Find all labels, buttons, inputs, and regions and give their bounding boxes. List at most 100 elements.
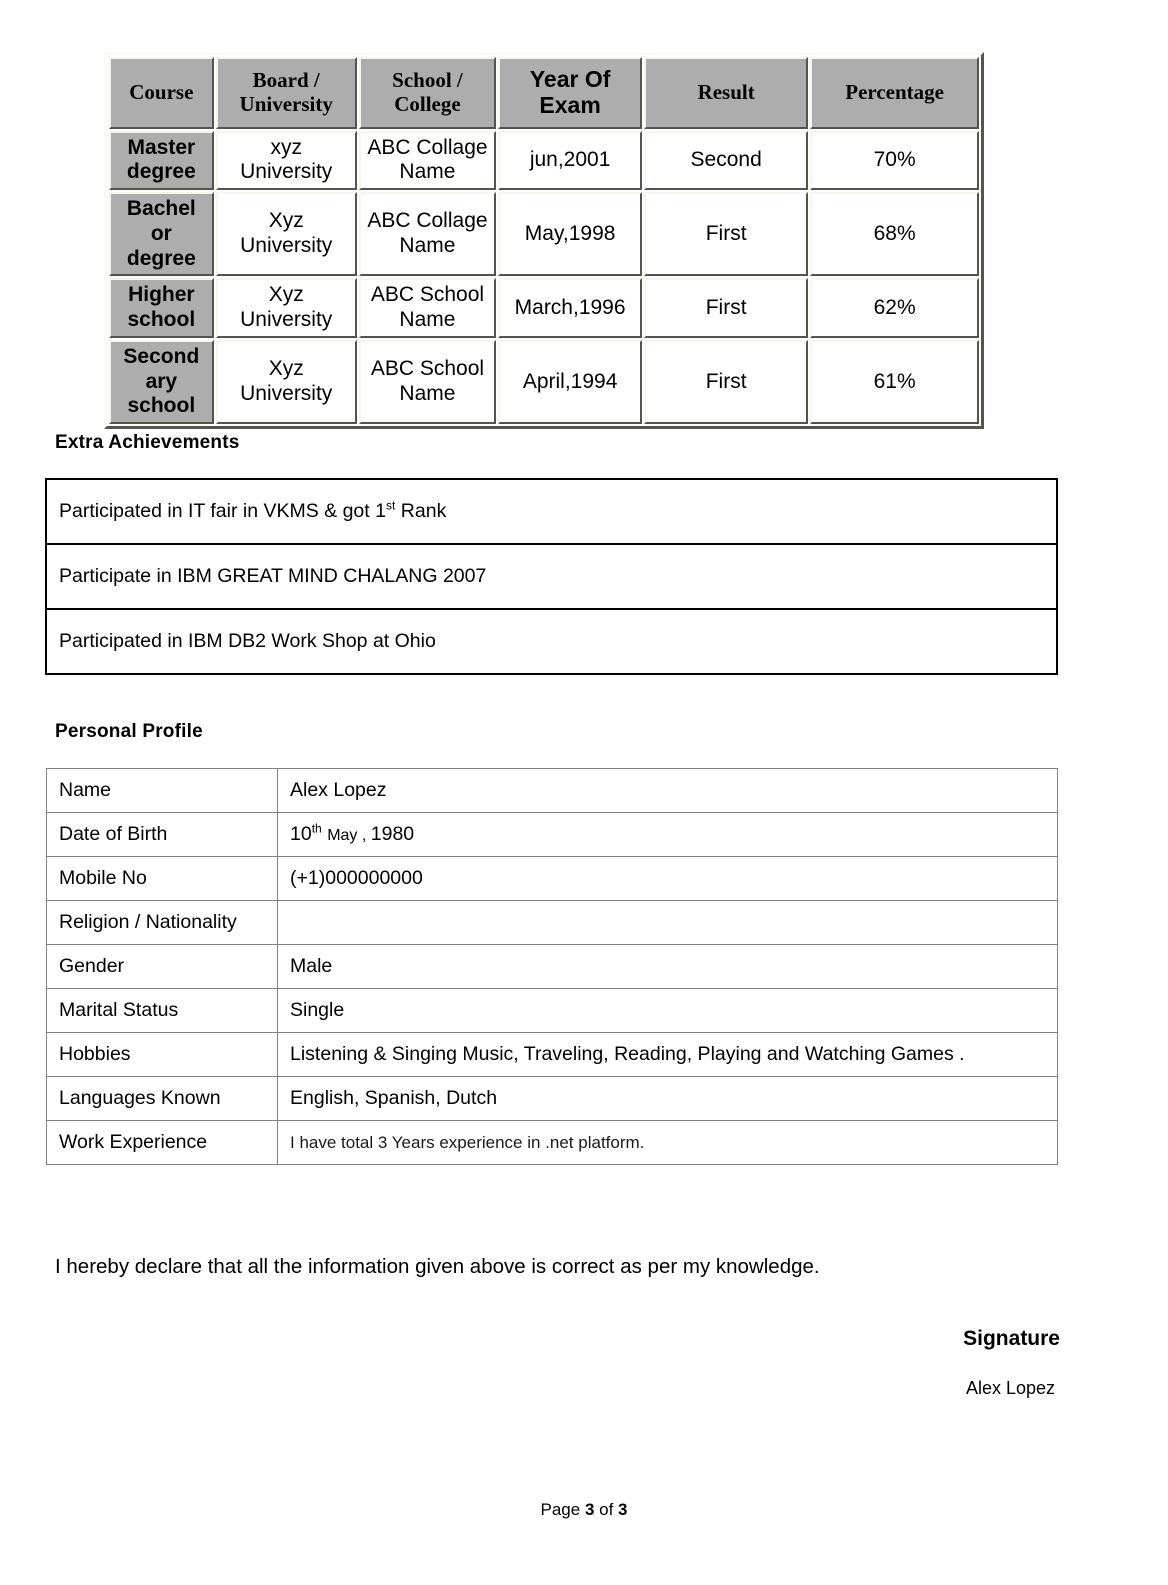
- extra-achievements-table: Participated in IT fair in VKMS & got 1s…: [45, 478, 1058, 675]
- section-heading-extra-achievements: Extra Achievements: [55, 432, 240, 453]
- cell-year: jun,2001: [498, 130, 643, 191]
- ordinal-suffix: st: [385, 498, 396, 513]
- header-line-1: Course: [129, 79, 194, 104]
- achievement-cell: Participated in IBM DB2 Work Shop at Ohi…: [45, 608, 1058, 675]
- cell-school: ABC School Name: [358, 278, 497, 338]
- cell-course: Second ary school: [109, 339, 214, 425]
- header-line-2: Exam: [539, 91, 601, 118]
- cell-course: Master degree: [109, 130, 214, 191]
- profile-value-date-of-birth: 10th May , 1980: [277, 812, 1058, 857]
- footer-current-page: 3: [584, 1500, 595, 1519]
- page-footer: Page 3 of 3: [0, 1500, 1168, 1520]
- header-line-1: Percentage: [845, 79, 944, 104]
- header-line-1: Board /: [252, 68, 320, 93]
- cell-school: ABC Collage Name: [358, 192, 497, 277]
- table-row: Marital Status Single: [46, 988, 1058, 1033]
- profile-label-religion-nationality: Religion / Nationality: [46, 900, 278, 945]
- declaration-text: I hereby declare that all the informatio…: [55, 1255, 820, 1278]
- profile-label-marital-status: Marital Status: [46, 988, 278, 1033]
- profile-value-work-experience: I have total 3 Years experience in .net …: [277, 1120, 1058, 1165]
- column-header-year-of-exam: Year Of Exam: [498, 57, 643, 129]
- dob-year: 1980: [370, 823, 415, 845]
- column-header-board-university: Board / University: [215, 57, 357, 129]
- achievement-text-suffix: Rank: [395, 500, 447, 522]
- table-row: Name Alex Lopez: [46, 768, 1058, 813]
- personal-profile-body: Name Alex Lopez Date of Birth 10th May ,…: [46, 768, 1058, 1165]
- footer-total-pages: 3: [618, 1500, 628, 1519]
- footer-prefix: Page: [540, 1500, 585, 1519]
- cell-board: xyz University: [215, 130, 357, 191]
- header-line-2: University: [239, 91, 333, 116]
- section-heading-personal-profile: Personal Profile: [55, 721, 203, 742]
- table-row: Mobile No (+1)000000000: [46, 856, 1058, 901]
- profile-value-mobile-no: (+1)000000000: [277, 856, 1058, 901]
- cell-board: Xyz University: [215, 339, 357, 425]
- table-row: Second ary school Xyz University ABC Sch…: [109, 339, 979, 425]
- profile-label-languages-known: Languages Known: [46, 1076, 278, 1121]
- column-header-result: Result: [644, 57, 809, 129]
- profile-label-mobile-no: Mobile No: [46, 856, 278, 901]
- cell-year: May,1998: [498, 192, 643, 277]
- footer-middle: of: [594, 1500, 619, 1519]
- profile-value-gender: Male: [277, 944, 1058, 989]
- table-row: Participate in IBM GREAT MIND CHALANG 20…: [45, 543, 1058, 610]
- profile-value-hobbies: Listening & Singing Music, Traveling, Re…: [277, 1032, 1058, 1077]
- cell-result: First: [644, 278, 809, 338]
- column-header-percentage: Percentage: [810, 57, 979, 129]
- personal-profile-table: Name Alex Lopez Date of Birth 10th May ,…: [46, 768, 1058, 1165]
- cell-percentage: 68%: [810, 192, 979, 277]
- cell-course: Higher school: [109, 278, 214, 338]
- profile-value-languages-known: English, Spanish, Dutch: [277, 1076, 1058, 1121]
- table-row: Religion / Nationality: [46, 900, 1058, 945]
- cell-year: March,1996: [498, 278, 643, 338]
- cell-school: ABC Collage Name: [358, 130, 497, 191]
- achievement-text: Participated in IBM DB2 Work Shop at Ohi…: [59, 630, 436, 652]
- education-table: Course Board / University School / Colle…: [104, 52, 984, 430]
- profile-value-marital-status: Single: [277, 988, 1058, 1033]
- table-row: Master degree xyz University ABC Collage…: [109, 130, 979, 191]
- profile-label-name: Name: [46, 768, 278, 813]
- table-header-row: Course Board / University School / Colle…: [109, 57, 979, 129]
- cell-result: First: [644, 339, 809, 425]
- achievement-cell: Participate in IBM GREAT MIND CHALANG 20…: [45, 543, 1058, 610]
- table-row: Participated in IT fair in VKMS & got 1s…: [45, 478, 1058, 545]
- profile-label-hobbies: Hobbies: [46, 1032, 278, 1077]
- cell-board: Xyz University: [215, 278, 357, 338]
- education-table-wrapper: Course Board / University School / Colle…: [104, 52, 984, 430]
- profile-label-work-experience: Work Experience: [46, 1120, 278, 1165]
- profile-label-date-of-birth: Date of Birth: [46, 812, 278, 857]
- profile-label-gender: Gender: [46, 944, 278, 989]
- table-row: Bachel or degree Xyz University ABC Coll…: [109, 192, 979, 277]
- extra-achievements-body: Participated in IT fair in VKMS & got 1s…: [45, 478, 1058, 675]
- table-row: Date of Birth 10th May , 1980: [46, 812, 1058, 857]
- cell-percentage: 61%: [810, 339, 979, 425]
- cell-percentage: 62%: [810, 278, 979, 338]
- dob-month: May ,: [327, 827, 371, 844]
- achievement-cell: Participated in IT fair in VKMS & got 1s…: [45, 478, 1058, 545]
- education-table-body: Master degree xyz University ABC Collage…: [109, 130, 979, 425]
- signature-title: Signature: [963, 1327, 1060, 1350]
- cell-percentage: 70%: [810, 130, 979, 191]
- table-row: Gender Male: [46, 944, 1058, 989]
- table-row: Languages Known English, Spanish, Dutch: [46, 1076, 1058, 1121]
- cell-result: Second: [644, 130, 809, 191]
- cell-year: April,1994: [498, 339, 643, 425]
- header-line-1: Result: [697, 79, 755, 104]
- signature-name: Alex Lopez: [965, 1378, 1055, 1398]
- column-header-course: Course: [109, 57, 214, 129]
- cell-school: ABC School Name: [358, 339, 497, 425]
- dob-day: 10: [290, 823, 312, 845]
- profile-value-name: Alex Lopez: [277, 768, 1058, 813]
- column-header-school-college: School / College: [358, 57, 497, 129]
- header-line-2: College: [394, 91, 461, 116]
- table-row: Work Experience I have total 3 Years exp…: [46, 1120, 1058, 1165]
- cell-course: Bachel or degree: [109, 192, 214, 277]
- achievement-text: Participated in IT fair in VKMS & got 1: [59, 500, 386, 522]
- education-table-head: Course Board / University School / Colle…: [109, 57, 979, 129]
- cell-result: First: [644, 192, 809, 277]
- achievement-text: Participate in IBM GREAT MIND CHALANG 20…: [59, 565, 487, 587]
- table-row: Higher school Xyz University ABC School …: [109, 278, 979, 338]
- dob-ordinal: th: [311, 821, 322, 836]
- header-line-1: Year Of: [529, 66, 611, 92]
- header-line-1: School /: [392, 68, 463, 93]
